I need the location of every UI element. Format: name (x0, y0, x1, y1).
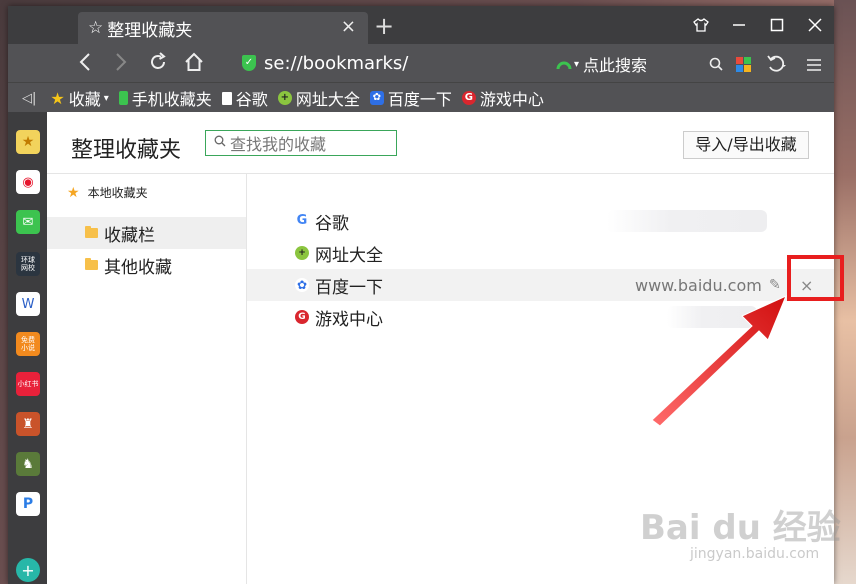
watermark-brand: Bai du 经验 (640, 508, 841, 548)
annotation-arrow (651, 295, 787, 427)
watermark-url: jingyan.baidu.com (690, 546, 820, 562)
